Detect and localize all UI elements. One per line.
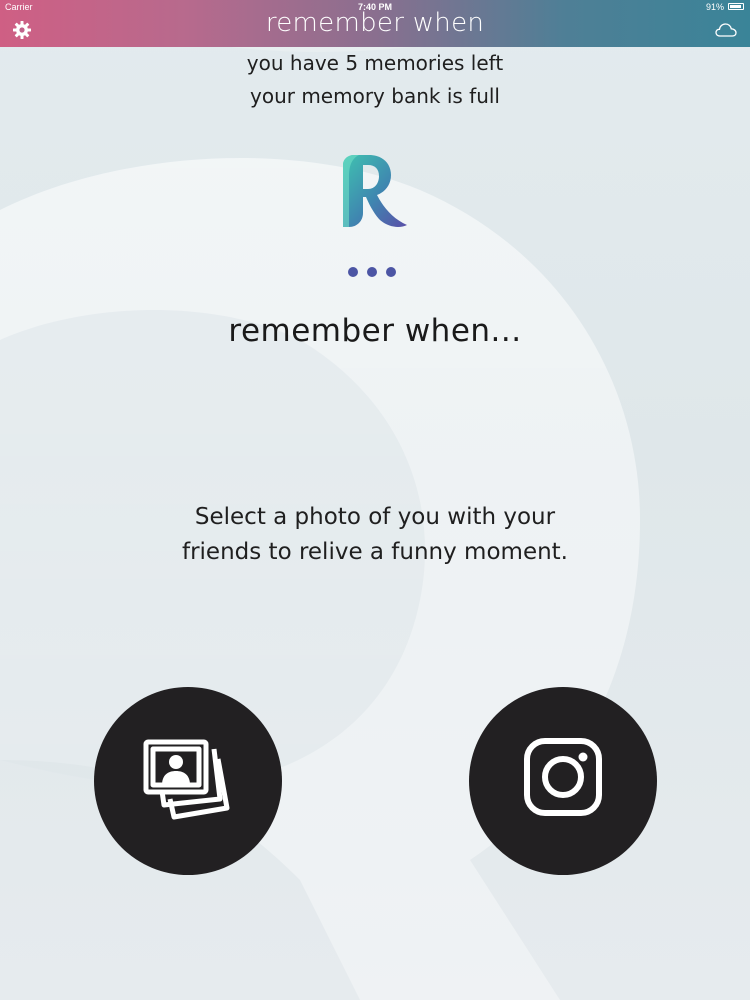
loading-dot — [348, 267, 358, 277]
instructions-text: Select a photo of you with your friends … — [0, 500, 750, 570]
gear-icon[interactable] — [12, 20, 32, 40]
cloud-icon[interactable] — [714, 21, 738, 39]
battery-percent: 91% — [705, 2, 724, 12]
battery-icon — [728, 3, 744, 10]
instagram-icon — [524, 738, 602, 816]
tagline: remember when... — [228, 313, 522, 349]
memories-left-text: you have 5 memories left — [246, 51, 504, 75]
loading-dots — [346, 267, 406, 279]
memory-bank-status-text: your memory bank is full — [250, 84, 500, 108]
instructions-line-1: Select a photo of you with your — [194, 504, 556, 530]
loading-dot — [386, 267, 396, 277]
loading-dot — [367, 267, 377, 277]
status-bar: Carrier 7:40 PM 91% — [0, 0, 750, 14]
photo-library-icon — [143, 739, 230, 820]
instagram-button[interactable] — [469, 687, 657, 875]
instructions-line-2: friends to relive a funny moment. — [181, 539, 568, 565]
photo-library-button[interactable] — [94, 687, 282, 875]
r-logo-icon — [343, 155, 407, 227]
clock: 7:40 PM — [357, 2, 392, 12]
